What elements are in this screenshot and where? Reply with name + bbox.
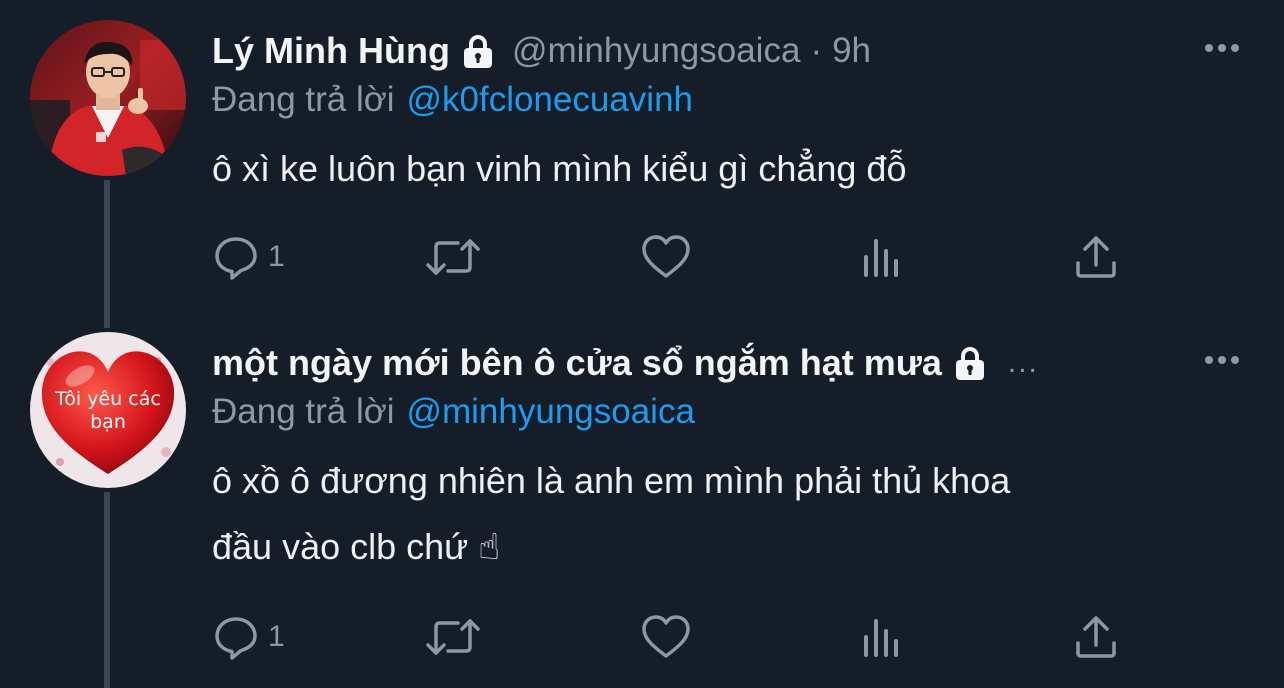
truncation-ellipsis: ... [1007,346,1039,379]
avatar-caption: Tôi yêu các bạn [55,388,161,433]
like-icon [642,235,690,278]
share-button[interactable] [1072,232,1120,282]
avatar[interactable] [30,20,186,176]
retweet-button[interactable] [424,232,482,282]
reply-button[interactable]: 1 [212,612,285,662]
tweet-header: Lý Minh Hùng @minhyungsoaica · 9h [212,28,871,74]
mention-link[interactable]: @minhyungsoaica [406,392,694,431]
share-icon [1076,616,1116,658]
tweet-text-line: ô xì ke luôn bạn vinh mình kiểu gì chẳng… [212,148,907,189]
avatar-photo [30,20,186,176]
display-name[interactable]: một ngày mới bên ô cửa sổ ngắm hạt mưa [212,342,942,384]
tweet-text: ô xồ ô đương nhiên là anh em mình phải t… [212,452,1222,576]
reply-button[interactable]: 1 [212,232,285,282]
tweet-text-line: ô xồ ô đương nhiên là anh em mình phải t… [212,460,1011,501]
tweet-header: một ngày mới bên ô cửa sổ ngắm hạt mưa .… [212,340,1039,386]
replying-prefix: Đang trả lời [212,80,395,119]
avatar[interactable]: Tôi yêu các bạn [30,332,186,488]
username-handle[interactable]: @minhyungsoaica [512,31,800,71]
more-icon[interactable] [1202,38,1242,58]
like-button[interactable] [640,612,692,662]
replying-to: Đang trả lời @k0fclonecuavinh [212,80,693,120]
analytics-icon [864,619,898,657]
lock-icon [458,31,498,71]
analytics-icon [864,239,898,277]
lock-icon [950,343,990,383]
replying-prefix: Đang trả lời [212,392,395,431]
thread-line [104,180,110,328]
reply-icon [215,617,257,660]
thread-line [104,492,110,688]
timestamp[interactable]: 9h [832,31,871,71]
separator-dot: · [810,31,823,70]
like-icon [642,615,690,658]
retweet-icon [426,619,480,655]
like-button[interactable] [640,232,692,282]
retweet-button[interactable] [424,612,482,662]
tweet-actions: 1 [212,232,1122,282]
retweet-icon [426,239,480,275]
analytics-button[interactable] [860,232,904,282]
display-name[interactable]: Lý Minh Hùng [212,30,450,72]
mention-link[interactable]: @k0fclonecuavinh [406,80,693,119]
more-icon[interactable] [1202,350,1242,370]
reply-count: 1 [268,240,285,273]
tweet-text-line: đầu vào clb chứ ☝ [212,526,501,567]
share-icon [1076,236,1116,278]
replying-to: Đang trả lời @minhyungsoaica [212,392,695,432]
tweet-text: ô xì ke luôn bạn vinh mình kiểu gì chẳng… [212,140,1222,198]
reply-icon [215,237,257,280]
reply-count: 1 [268,620,285,653]
analytics-button[interactable] [860,612,904,662]
share-button[interactable] [1072,612,1120,662]
tweet-actions: 1 [212,612,1122,662]
